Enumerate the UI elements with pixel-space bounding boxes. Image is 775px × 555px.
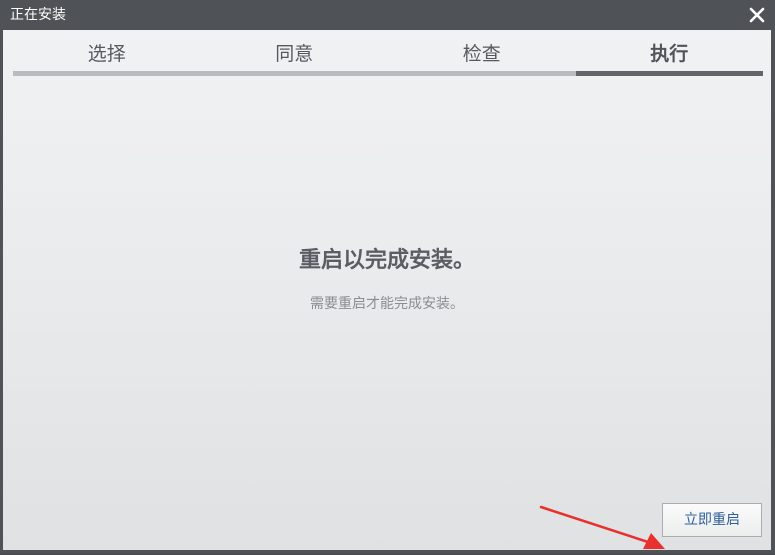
step-select[interactable]: 选择 xyxy=(13,30,201,78)
close-icon[interactable] xyxy=(745,3,769,27)
step-label: 执行 xyxy=(650,43,689,65)
step-progress-bar xyxy=(200,71,388,76)
step-progress-bar xyxy=(575,71,763,76)
step-progress-bar xyxy=(388,71,576,76)
restart-now-button[interactable]: 立即重启 xyxy=(662,503,762,537)
step-indicator: 选择 同意 检查 执行 xyxy=(13,30,763,78)
step-label: 检查 xyxy=(462,43,501,65)
installer-window: 正在安装 选择 同意 检查 执行 重启以完成安装。 需要重启才能完成安装。 立即… xyxy=(0,0,775,553)
content-area: 选择 同意 检查 执行 重启以完成安装。 需要重启才能完成安装。 立即重启 xyxy=(3,30,771,550)
step-label: 选择 xyxy=(87,43,126,65)
title-bar[interactable]: 正在安装 xyxy=(0,0,775,30)
step-execute[interactable]: 执行 xyxy=(575,30,763,78)
annotation-arrow-icon xyxy=(539,505,665,549)
step-check[interactable]: 检查 xyxy=(388,30,576,78)
step-label: 同意 xyxy=(275,43,314,65)
step-agree[interactable]: 同意 xyxy=(200,30,388,78)
restart-description: 需要重启才能完成安装。 xyxy=(310,296,464,312)
step-progress-bar xyxy=(13,71,201,76)
window-title: 正在安装 xyxy=(10,7,66,23)
restart-heading: 重启以完成安装。 xyxy=(298,248,475,273)
